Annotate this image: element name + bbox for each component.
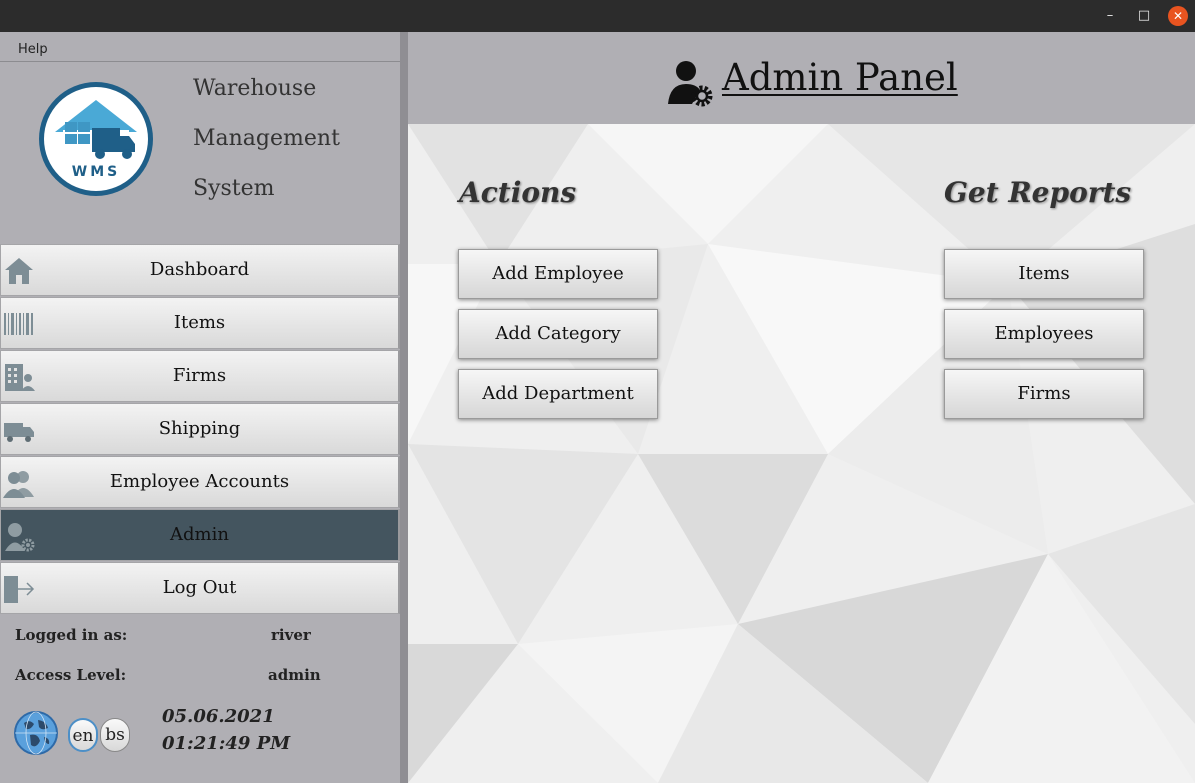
nav-label: Firms <box>172 365 227 386</box>
nav-label: Dashboard <box>149 259 250 280</box>
current-time: 01:21:49 PM <box>162 733 291 754</box>
add-employee-button[interactable]: Add Employee <box>458 249 658 299</box>
menu-bar: Help <box>0 38 400 62</box>
logo-text: WMS <box>72 164 120 180</box>
nav-admin[interactable]: Admin <box>0 509 400 561</box>
brand-line-2: Management <box>193 126 340 151</box>
admin-content: Actions Get Reports Add Employee Add Cat… <box>408 124 1195 783</box>
nav-firms[interactable]: Firms <box>0 350 400 402</box>
nav-label: Log Out <box>162 577 237 598</box>
logged-in-user: river <box>271 626 311 644</box>
sidebar-divider <box>400 32 408 783</box>
report-items-button[interactable]: Items <box>944 249 1144 299</box>
close-button[interactable]: ✕ <box>1168 6 1188 26</box>
current-date: 05.06.2021 <box>162 706 275 727</box>
maximize-button[interactable]: □ <box>1134 6 1154 26</box>
admin-panel-icon <box>668 61 713 107</box>
nav-label: Employee Accounts <box>109 471 290 492</box>
brand-line-1: Warehouse <box>193 76 317 101</box>
actions-heading: Actions <box>459 176 577 209</box>
nav-items[interactable]: Items <box>0 297 400 349</box>
page-header: Admin Panel <box>408 32 1195 124</box>
nav-label: Admin <box>170 524 229 545</box>
nav-log-out[interactable]: Log Out <box>0 562 400 614</box>
logged-in-label: Logged in as: <box>15 626 128 644</box>
nav-employee-accounts[interactable]: Employee Accounts <box>0 456 400 508</box>
window-title-bar: – □ ✕ <box>0 0 1195 32</box>
add-department-button[interactable]: Add Department <box>458 369 658 419</box>
language-bs-button[interactable]: bs <box>100 718 130 752</box>
access-level-value: admin <box>268 666 321 684</box>
nav-dashboard[interactable]: Dashboard <box>0 244 400 296</box>
nav-label: Items <box>173 312 226 333</box>
globe-icon <box>14 711 58 755</box>
wms-logo: WMS <box>39 82 153 196</box>
report-employees-button[interactable]: Employees <box>944 309 1144 359</box>
reports-heading: Get Reports <box>944 176 1132 209</box>
background-pattern <box>408 124 1195 783</box>
report-firms-button[interactable]: Firms <box>944 369 1144 419</box>
menu-help[interactable]: Help <box>18 42 48 57</box>
brand-line-3: System <box>193 176 275 201</box>
access-level-label: Access Level: <box>15 666 127 684</box>
page-title: Admin Panel <box>722 56 958 99</box>
nav-shipping[interactable]: Shipping <box>0 403 400 455</box>
minimize-button[interactable]: – <box>1100 6 1120 26</box>
add-category-button[interactable]: Add Category <box>458 309 658 359</box>
language-en-button[interactable]: en <box>68 718 98 752</box>
nav-label: Shipping <box>158 418 241 439</box>
